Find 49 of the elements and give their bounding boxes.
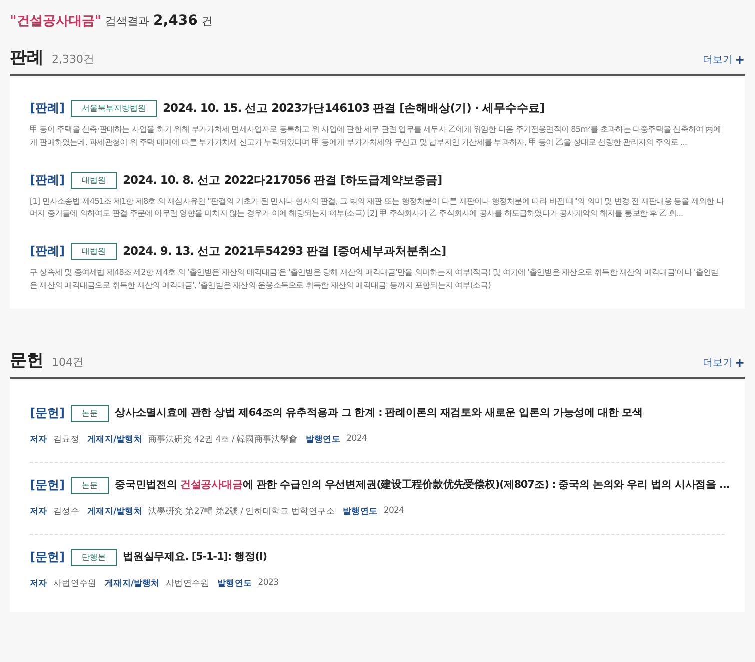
meta-label: 게재지/발행처 bbox=[88, 434, 143, 446]
meta-value: 사법연수원 bbox=[53, 578, 97, 590]
result-title[interactable]: 2024. 9. 13. 선고 2021두54293 판결 [증여세부과처분취소] bbox=[122, 244, 446, 260]
category-label: [판례] bbox=[30, 172, 65, 189]
meta-value: 法學硏究 第27輯 第2號 / 인하대학교 법학연구소 bbox=[148, 506, 336, 518]
meta-value: 김성수 bbox=[53, 506, 80, 518]
meta-value: 2024 bbox=[384, 506, 404, 518]
meta-label: 게재지/발행처 bbox=[88, 506, 143, 518]
result-summary: [1] 민사소송법 제451조 제1항 제8호 의 재심사유인 "판결의 기초가 된 민사나 형사의 판결, 그 밖의 재판 또는 행정처분이 다른 재판이나 행정처분에 따라 바뀐 때"의 의미 및 변경 전 재판내용 등을 제외한 나머지 증거들에 의하여도 판결 주문에 아무런 영향을 미치지 않는 경우가 이에 해당되는지 여부(소극) [2] 甲 주식회사가 乙 주식회사에 공사를 하도급하였다가 공사계약의 해지를 통보한 후 乙 회... bbox=[30, 196, 725, 220]
type-tag: 단행본 bbox=[70, 548, 117, 566]
meta-value: 商事法硏究 42권 4호 / 韓國商事法學會 bbox=[148, 434, 298, 446]
meta-label: 저자 bbox=[30, 434, 48, 446]
meta-value: 2024 bbox=[346, 434, 368, 446]
result-count: 2,436 bbox=[154, 13, 198, 29]
meta-value: 2023 bbox=[258, 578, 279, 590]
section-count: 104건 bbox=[52, 354, 84, 370]
meta-label: 발행연도 bbox=[343, 506, 378, 518]
more-link[interactable]: 더보기 + bbox=[702, 356, 745, 370]
type-tag: 대법원 bbox=[70, 172, 117, 189]
category-label: [문헌] bbox=[30, 476, 65, 494]
meta-value: 김효정 bbox=[53, 434, 80, 446]
category-label: [판례] bbox=[30, 243, 65, 260]
result-title[interactable]: 2024. 10. 8. 선고 2022다217056 판결 [하도급계약보증금] bbox=[122, 172, 442, 188]
type-tag: 서울북부지방법원 bbox=[70, 100, 157, 117]
result-summary: 구 상속세 및 증여세법 제48조 제2항 제4호 의 '출연받은 재산의 매각대금'은 '출연받은 당해 재산의 매각대금'만을 의미하는지 여부(적극) 및 여기에 '출연받은 재산으로 취득한 재산의 매각대금'이나 '출연받은 재산의 매각대금으로 취득한 재산의 매각대금', '출연받은 재산의 운용소득으로 취득한 재산의 매각대금' 등까지 포함되는지 여부(소극) bbox=[30, 267, 720, 292]
category-label: [문헌] bbox=[30, 404, 65, 422]
result-summary: 甲 등이 주택을 신축·판매하는 사업을 하기 위해 부가가치세 면세사업자로 등록하고 위 사업에 관한 세무 관련 업무를 세무사 乙에게 위임한 다음 주거전용면적이 85m²를 초과하는 다중주택을 신축하여 丙에게 판매하였는데, 과세관청이 위 주택 매매에 따른 부가가치세 신고가 누락되었다며 甲 등에게 부가가치세와 무신고 및 납부지연 가산세를 부과하자, 甲 등이 乙을 상대로 선량한 관리자의 주의로 ... bbox=[30, 124, 722, 149]
section-title: 문헌 bbox=[10, 350, 44, 372]
result-label: 검색결과 bbox=[106, 14, 150, 29]
result-title[interactable]: 2024. 10. 15. 선고 2023가단146103 판결 [손해배상(기) · 세무수수료] bbox=[162, 101, 545, 116]
result-title[interactable]: 법원실무제요. [5-1-1]: 행정(I) bbox=[122, 550, 268, 564]
meta-label: 저자 bbox=[30, 578, 48, 590]
meta-value: 사법연수원 bbox=[166, 578, 210, 590]
result-title[interactable]: 중국민법전의 건설공사대금에 관한 수급인의 우선변제권(建设工程价款优先受偿权)(제807조) : 중국의 논의와 우리 법의 시사점을 ... bbox=[114, 478, 730, 492]
category-label: [문헌] bbox=[30, 548, 65, 566]
meta-label: 게재지/발행처 bbox=[104, 578, 160, 590]
more-link[interactable]: 더보기 + bbox=[702, 53, 745, 67]
meta-label: 저자 bbox=[30, 506, 48, 518]
result-title[interactable]: 상사소멸시효에 관한 상법 제64조의 유추적용과 그 한계 : 판례이론의 재검토와 새로운 입론의 가능성에 대한 모색 bbox=[114, 406, 643, 420]
section-count: 2,330건 bbox=[52, 52, 94, 67]
meta-label: 발행연도 bbox=[217, 578, 252, 590]
type-tag: 대법원 bbox=[70, 243, 117, 260]
type-tag: 논문 bbox=[70, 404, 109, 422]
count-unit: 건 bbox=[202, 14, 213, 29]
section-title: 판례 bbox=[10, 47, 44, 69]
meta-label: 발행연도 bbox=[306, 434, 341, 446]
type-tag: 논문 bbox=[70, 476, 109, 494]
category-label: [판례] bbox=[30, 100, 65, 117]
search-query: "건설공사대금" bbox=[10, 13, 102, 30]
